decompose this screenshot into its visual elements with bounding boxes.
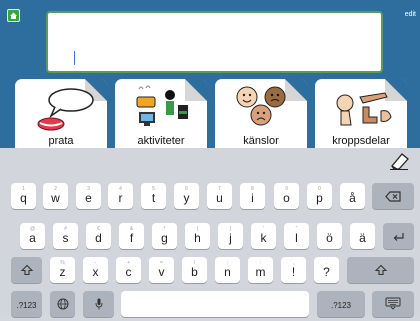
key-g[interactable]: * g bbox=[152, 223, 177, 249]
key-l[interactable]: " l bbox=[284, 223, 309, 249]
hide-keyboard-key[interactable] bbox=[372, 291, 414, 317]
key-p[interactable]: 0p bbox=[307, 183, 332, 209]
tile-label: prata bbox=[48, 135, 74, 147]
handwriting-eraser-icon[interactable] bbox=[388, 152, 410, 170]
return-icon bbox=[393, 233, 404, 241]
edit-button[interactable]: edit bbox=[405, 11, 416, 18]
speech-bubble-mouth-icon bbox=[37, 88, 94, 131]
key-s[interactable]: # s bbox=[53, 223, 78, 249]
key-b[interactable]: / b bbox=[182, 257, 207, 283]
activities-icon bbox=[136, 85, 188, 126]
key-m[interactable]: :m bbox=[248, 257, 273, 283]
key-j[interactable]: ) j bbox=[218, 223, 243, 249]
numbers-key-left[interactable]: .?123 bbox=[11, 291, 42, 317]
app-area: edit prata aktiviteter känslor kroppsdel… bbox=[0, 0, 420, 157]
tile-kanslor[interactable]: känslor bbox=[215, 79, 307, 157]
key-h[interactable]: (h bbox=[185, 223, 210, 249]
message-input[interactable] bbox=[48, 13, 385, 73]
key-u[interactable]: 7u bbox=[207, 183, 232, 209]
globe-icon bbox=[57, 298, 68, 310]
key-question[interactable]: .? bbox=[314, 257, 339, 283]
key-c[interactable]: + c bbox=[116, 257, 141, 283]
microphone-icon bbox=[95, 298, 102, 310]
return-key[interactable] bbox=[383, 223, 414, 249]
on-screen-keyboard: 1q 2w 3e 4r 5t 6y 7u 8i 9o 0p å @ a # s € d… bbox=[0, 148, 420, 317]
key-e[interactable]: 3e bbox=[76, 183, 101, 209]
text-cursor bbox=[74, 51, 75, 65]
key-f[interactable]: & f bbox=[119, 223, 144, 249]
key-o-umlaut[interactable]: ö bbox=[317, 223, 342, 249]
key-n[interactable]: ; n bbox=[215, 257, 240, 283]
shift-key-left[interactable] bbox=[11, 257, 42, 283]
key-a[interactable]: @ a bbox=[20, 223, 45, 249]
key-i[interactable]: 8i bbox=[240, 183, 265, 209]
message-bar[interactable] bbox=[46, 11, 385, 73]
home-icon[interactable] bbox=[7, 9, 20, 22]
tile-aktiviteter[interactable]: aktiviteter bbox=[115, 79, 207, 157]
tile-label: känslor bbox=[243, 135, 279, 147]
key-y[interactable]: 6y bbox=[174, 183, 199, 209]
category-tiles: prata aktiviteter känslor kroppsdelar bbox=[0, 79, 420, 157]
shift-icon bbox=[374, 264, 387, 276]
key-q[interactable]: 1q bbox=[11, 183, 36, 209]
key-t[interactable]: 5t bbox=[141, 183, 166, 209]
key-z[interactable]: % z bbox=[50, 257, 75, 283]
shift-key-right[interactable] bbox=[347, 257, 414, 283]
key-a-ring[interactable]: å bbox=[340, 183, 365, 209]
faces-emotions-icon bbox=[236, 86, 286, 126]
keyboard-hide-icon bbox=[385, 297, 401, 310]
tile-prata[interactable]: prata bbox=[15, 79, 107, 157]
globe-key[interactable] bbox=[50, 291, 75, 317]
key-w[interactable]: 2w bbox=[43, 183, 68, 209]
backspace-icon bbox=[385, 191, 401, 202]
key-x[interactable]: -x bbox=[83, 257, 108, 283]
space-bar[interactable] bbox=[121, 291, 309, 317]
numbers-key-right[interactable]: .?123 bbox=[317, 291, 365, 317]
backspace-key[interactable] bbox=[372, 183, 414, 209]
tile-label: aktiviteter bbox=[137, 135, 185, 147]
key-a-umlaut[interactable]: ä bbox=[350, 223, 375, 249]
key-v[interactable]: = v bbox=[149, 257, 174, 283]
key-d[interactable]: € d bbox=[86, 223, 111, 249]
key-o[interactable]: 9o bbox=[274, 183, 299, 209]
tile-kroppsdelar[interactable]: kroppsdelar bbox=[315, 79, 407, 157]
shift-icon bbox=[20, 264, 33, 276]
tile-label: kroppsdelar bbox=[332, 135, 390, 147]
key-exclamation[interactable]: ,! bbox=[281, 257, 306, 283]
dictation-key[interactable] bbox=[83, 291, 114, 317]
key-k[interactable]: ' k bbox=[251, 223, 276, 249]
key-r[interactable]: 4r bbox=[108, 183, 133, 209]
body-parts-icon bbox=[336, 92, 392, 126]
